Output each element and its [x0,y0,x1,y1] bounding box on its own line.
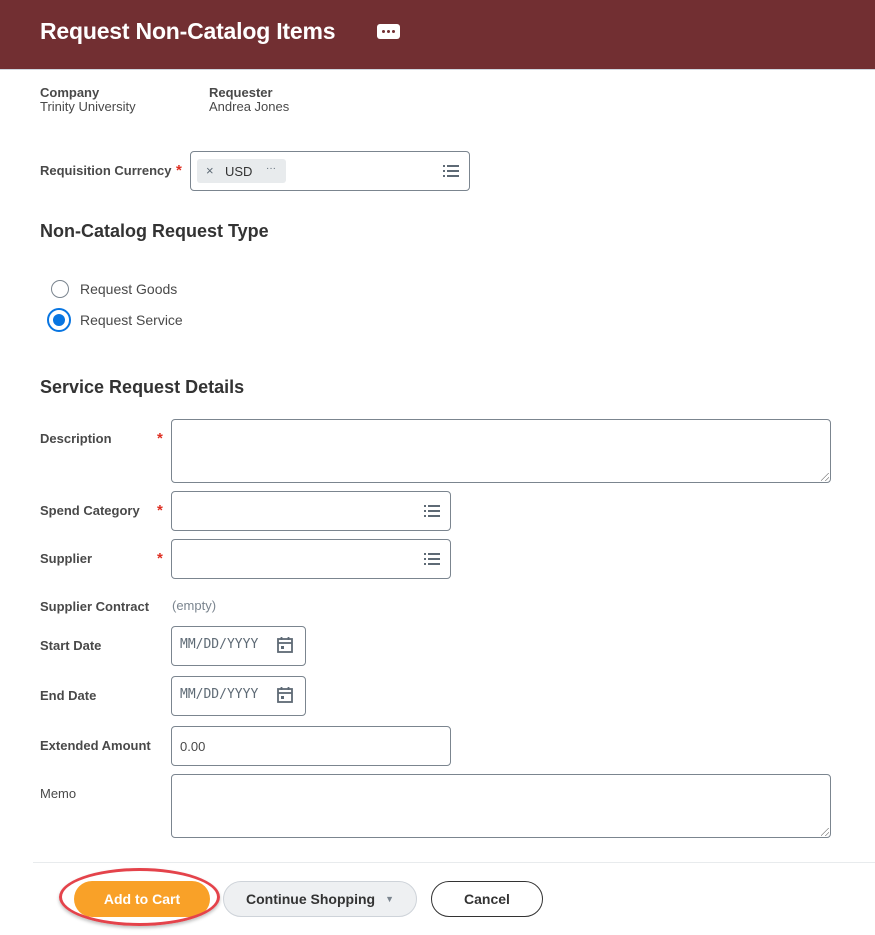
prompt-list-icon[interactable] [424,505,440,517]
currency-value: USD [225,164,253,179]
resize-handle[interactable] [821,473,829,481]
end-date-input[interactable]: MM/DD/YYYY [171,676,306,716]
requester-value: Andrea Jones [209,99,290,114]
cancel-label: Cancel [464,891,510,907]
related-actions-icon[interactable] [377,24,400,39]
service-details-heading: Service Request Details [40,377,245,397]
spend-category-input[interactable] [171,491,451,531]
requisition-currency-label: Requisition Currency [40,163,172,178]
start-date-label: Start Date [40,638,102,653]
cancel-button[interactable]: Cancel [431,881,543,917]
company-info: Company Trinity University [40,86,136,114]
footer-divider [33,862,875,863]
requester-label: Requester [209,85,273,100]
caret-down-icon: ▼ [385,894,394,904]
date-placeholder: MM/DD/YYYY [180,637,259,652]
page-header: Request Non-Catalog Items [0,0,875,70]
radio-button[interactable] [51,280,69,298]
radio-request-goods[interactable]: Request Goods [51,280,177,298]
extended-amount-label: Extended Amount [40,738,151,753]
resize-handle[interactable] [821,828,829,836]
required-indicator: * [157,430,163,447]
add-to-cart-label: Add to Cart [103,891,181,907]
company-value: Trinity University [40,99,136,114]
requisition-currency-input[interactable]: × USD ··· [190,151,470,191]
radio-request-service[interactable]: Request Service [47,308,183,332]
radio-label: Request Service [80,312,183,328]
supplier-label: Supplier [40,551,93,566]
currency-selected-pill: × USD ··· [197,159,286,183]
supplier-input[interactable] [171,539,451,579]
calendar-icon[interactable] [276,636,294,654]
add-to-cart-button[interactable]: Add to Cart [74,881,210,917]
required-indicator: * [157,550,163,567]
extended-amount-value: 0.00 [180,739,206,754]
supplier-contract-value: (empty) [172,598,217,613]
calendar-icon[interactable] [276,686,294,704]
date-placeholder: MM/DD/YYYY [180,687,259,702]
spend-category-label: Spend Category [40,503,140,518]
request-type-heading: Non-Catalog Request Type [40,221,269,241]
extended-amount-input[interactable]: 0.00 [171,726,451,766]
remove-icon[interactable]: × [206,163,214,178]
required-indicator: * [157,502,163,519]
prompt-list-icon[interactable] [443,165,459,177]
description-label: Description [40,431,112,446]
radio-label: Request Goods [80,281,178,297]
memo-textarea[interactable] [171,774,831,838]
more-icon[interactable]: ··· [262,162,280,178]
radio-button-selected[interactable] [47,308,71,332]
continue-shopping-label: Continue Shopping [245,891,376,907]
description-textarea[interactable] [171,419,831,483]
company-label: Company [40,85,100,100]
page-title: Request Non-Catalog Items [40,18,336,44]
requester-info: Requester Andrea Jones [209,86,289,114]
required-indicator: * [176,162,182,179]
memo-label: Memo [40,786,77,801]
end-date-label: End Date [40,688,97,703]
supplier-contract-label: Supplier Contract [40,599,150,614]
prompt-list-icon[interactable] [424,553,440,565]
continue-shopping-button[interactable]: Continue Shopping ▼ [223,881,417,917]
start-date-input[interactable]: MM/DD/YYYY [171,626,306,666]
